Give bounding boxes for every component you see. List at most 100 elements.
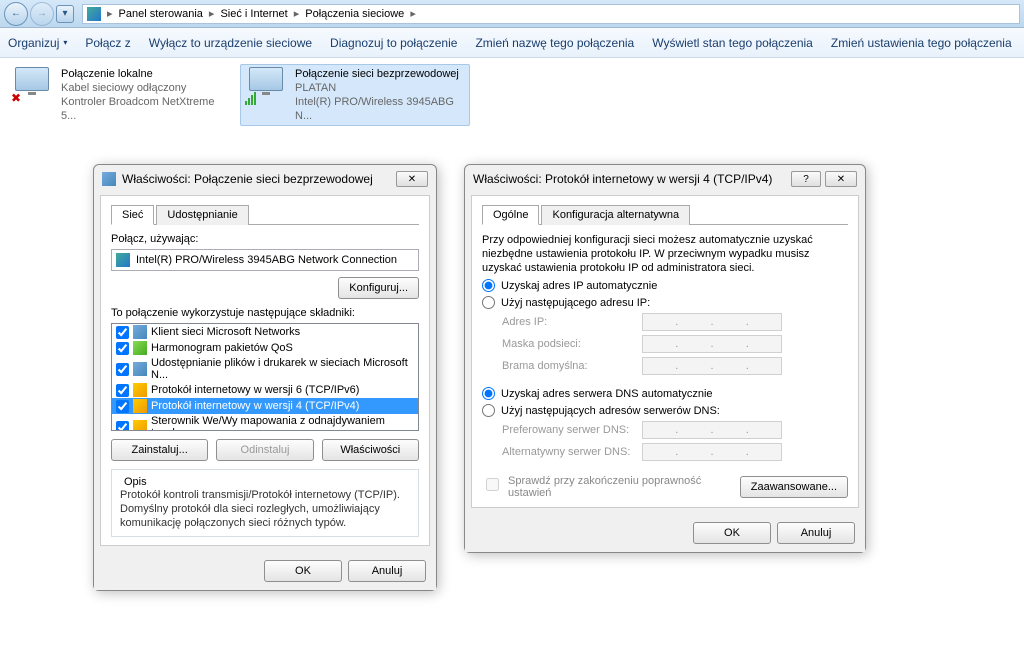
dialog-title: Właściwości: Połączenie sieci bezprzewod… <box>122 172 373 186</box>
close-button[interactable]: ✕ <box>825 171 857 187</box>
connection-status: Kabel sieciowy odłączony <box>61 81 231 95</box>
wifi-signal-icon <box>245 91 259 105</box>
dns-auto-radio[interactable] <box>482 387 495 400</box>
connection-title: Połączenie sieci bezprzewodowej <box>295 67 465 81</box>
subnet-mask-label: Maska podsieci: <box>502 338 642 350</box>
component-icon <box>133 325 147 339</box>
connection-item-local[interactable]: ✖ Połączenie lokalne Kabel sieciowy odłą… <box>6 64 236 126</box>
connection-title: Połączenie lokalne <box>61 67 231 81</box>
dns-alt-input: ... <box>642 443 782 461</box>
connection-item-wireless[interactable]: Połączenie sieci bezprzewodowej PLATAN I… <box>240 64 470 126</box>
intro-text: Przy odpowiedniej konfiguracji sieci moż… <box>482 233 848 275</box>
settings-action[interactable]: Zmień ustawienia tego połączenia <box>831 36 1012 50</box>
adapter-name: Intel(R) PRO/Wireless 3945ABG Network Co… <box>136 254 397 266</box>
components-label: To połączenie wykorzystuje następujące s… <box>111 307 419 319</box>
validate-label: Sprawdź przy zakończeniu poprawność usta… <box>508 475 708 499</box>
ip-address-input: ... <box>642 313 782 331</box>
breadcrumb-item[interactable]: Panel sterowania <box>115 8 207 20</box>
forward-button[interactable]: → <box>30 2 54 26</box>
advanced-button[interactable]: Zaawansowane... <box>740 476 848 498</box>
components-listbox[interactable]: Klient sieci Microsoft Networks Harmonog… <box>111 323 419 431</box>
gateway-input: ... <box>642 357 782 375</box>
connection-adapter: Kontroler Broadcom NetXtreme 5... <box>61 95 231 123</box>
description-group: Opis Protokół kontroli transmisji/Protok… <box>111 469 419 537</box>
toolbar: Organizuj Połącz z Wyłącz to urządzenie … <box>0 28 1024 58</box>
component-icon <box>133 341 147 355</box>
breadcrumb-icon <box>87 7 101 21</box>
rename-action[interactable]: Zmień nazwę tego połączenia <box>475 36 634 50</box>
component-checkbox[interactable] <box>116 342 129 355</box>
ipv4-properties-dialog: Właściwości: Protokół internetowy w wers… <box>464 164 866 553</box>
ip-auto-radio[interactable] <box>482 279 495 292</box>
organize-menu[interactable]: Organizuj <box>8 36 67 50</box>
tab-bar: Ogólne Konfiguracja alternatywna <box>482 204 848 225</box>
history-dropdown[interactable]: ▾ <box>56 5 74 23</box>
connect-action[interactable]: Połącz z <box>85 36 130 50</box>
connection-icon: ✖ <box>11 67 55 105</box>
dialog-icon <box>102 172 116 186</box>
ip-manual-label: Użyj następującego adresu IP: <box>501 297 650 309</box>
close-button[interactable]: ✕ <box>396 171 428 187</box>
component-checkbox[interactable] <box>116 326 129 339</box>
component-icon <box>133 399 147 413</box>
list-item: Harmonogram pakietów QoS <box>112 340 418 356</box>
dns-preferred-label: Preferowany serwer DNS: <box>502 424 642 436</box>
dns-preferred-input: ... <box>642 421 782 439</box>
component-checkbox[interactable] <box>116 421 129 432</box>
list-item: Sterownik We/Wy mapowania z odnajdywanie… <box>112 414 418 431</box>
component-checkbox[interactable] <box>116 363 129 376</box>
description-label: Opis <box>120 476 151 488</box>
connections-list: ✖ Połączenie lokalne Kabel sieciowy odłą… <box>0 58 1024 132</box>
tab-bar: Sieć Udostępnianie <box>111 204 419 225</box>
breadcrumb-item[interactable]: Połączenia sieciowe <box>301 8 408 20</box>
back-button[interactable]: ← <box>4 2 28 26</box>
dialog-titlebar: Właściwości: Połączenie sieci bezprzewod… <box>94 165 436 193</box>
ok-button[interactable]: OK <box>693 522 771 544</box>
dns-alt-label: Alternatywny serwer DNS: <box>502 446 642 458</box>
component-icon <box>133 362 147 376</box>
configure-button[interactable]: Konfiguruj... <box>338 277 419 299</box>
connection-adapter: Intel(R) PRO/Wireless 3945ABG N... <box>295 95 465 123</box>
gateway-label: Brama domyślna: <box>502 360 642 372</box>
list-item: Protokół internetowy w wersji 6 (TCP/IPv… <box>112 382 418 398</box>
connection-icon <box>245 67 289 105</box>
ok-button[interactable]: OK <box>264 560 342 582</box>
adapter-icon <box>116 253 130 267</box>
tab-alternate[interactable]: Konfiguracja alternatywna <box>541 205 690 225</box>
breadcrumb[interactable]: ▸ Panel sterowania ▸ Sieć i Internet ▸ P… <box>82 4 1020 24</box>
disconnected-icon: ✖ <box>11 91 25 105</box>
list-item: Klient sieci Microsoft Networks <box>112 324 418 340</box>
connection-properties-dialog: Właściwości: Połączenie sieci bezprzewod… <box>93 164 437 591</box>
tab-network[interactable]: Sieć <box>111 205 154 225</box>
cancel-button[interactable]: Anuluj <box>348 560 426 582</box>
ip-auto-label: Uzyskaj adres IP automatycznie <box>501 280 657 292</box>
status-action[interactable]: Wyświetl stan tego połączenia <box>652 36 813 50</box>
tab-general[interactable]: Ogólne <box>482 205 539 225</box>
install-button[interactable]: Zainstaluj... <box>111 439 208 461</box>
validate-checkbox <box>486 478 499 491</box>
connect-using-label: Połącz, używając: <box>111 233 419 245</box>
ip-manual-radio[interactable] <box>482 296 495 309</box>
dns-manual-label: Użyj następujących adresów serwerów DNS: <box>501 405 720 417</box>
uninstall-button: Odinstaluj <box>216 439 313 461</box>
adapter-field: Intel(R) PRO/Wireless 3945ABG Network Co… <box>111 249 419 271</box>
dns-auto-label: Uzyskaj adres serwera DNS automatycznie <box>501 388 713 400</box>
component-icon <box>133 383 147 397</box>
ip-address-label: Adres IP: <box>502 316 642 328</box>
subnet-mask-input: ... <box>642 335 782 353</box>
component-checkbox[interactable] <box>116 400 129 413</box>
help-button[interactable]: ? <box>791 171 821 187</box>
breadcrumb-item[interactable]: Sieć i Internet <box>216 8 291 20</box>
address-bar: ← → ▾ ▸ Panel sterowania ▸ Sieć i Intern… <box>0 0 1024 28</box>
cancel-button[interactable]: Anuluj <box>777 522 855 544</box>
diagnose-action[interactable]: Diagnozuj to połączenie <box>330 36 457 50</box>
list-item: Udostępnianie plików i drukarek w siecia… <box>112 356 418 382</box>
disable-action[interactable]: Wyłącz to urządzenie sieciowe <box>149 36 312 50</box>
dns-manual-radio[interactable] <box>482 404 495 417</box>
dialog-titlebar: Właściwości: Protokół internetowy w wers… <box>465 165 865 193</box>
list-item-selected: Protokół internetowy w wersji 4 (TCP/IPv… <box>112 398 418 414</box>
component-checkbox[interactable] <box>116 384 129 397</box>
tab-sharing[interactable]: Udostępnianie <box>156 205 248 225</box>
properties-button[interactable]: Właściwości <box>322 439 419 461</box>
dialog-title: Właściwości: Protokół internetowy w wers… <box>473 172 772 186</box>
